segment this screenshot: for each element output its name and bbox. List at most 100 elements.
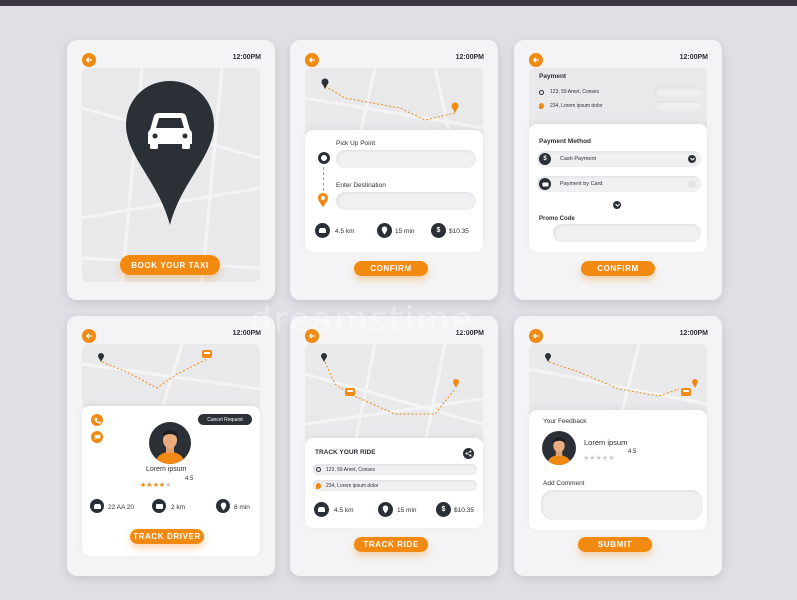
driver-rating-stars: ★★★★★ <box>140 474 171 492</box>
dollar-icon: $ <box>431 223 446 238</box>
cash-icon: $ <box>539 153 551 165</box>
taxi-marker-icon <box>345 388 355 396</box>
address-destination: 234, Lorem ipsum dolor <box>550 103 603 109</box>
map <box>305 344 483 444</box>
origin-dot-icon <box>316 467 321 472</box>
driver-name: Lorem ipsum <box>584 438 628 447</box>
chat-button[interactable] <box>91 431 103 443</box>
address-origin-field <box>654 87 702 96</box>
ride-card: TRACK YOUR RIDE 123, 59 Amet, Consec 234… <box>305 438 483 528</box>
rating-stars-input[interactable]: ★★★★★ <box>583 447 614 465</box>
arrow-left-icon <box>85 333 93 339</box>
pickup-label: Pick Up Point <box>336 140 376 147</box>
status-time: 12:00PM <box>679 330 708 337</box>
driver-eta: 8 min <box>234 504 250 511</box>
driver-avatar <box>149 422 191 464</box>
screen-driver: 12:00PM Cancel Request Lorem ipsum ★★★★★ <box>67 316 275 576</box>
origin-address: 123, 59 Amet, Consec <box>326 467 376 473</box>
distance-value: 4.5 km <box>334 507 354 514</box>
driver-rating: 4.5 <box>185 476 194 482</box>
driver-name: Lorem ipsum <box>146 466 187 473</box>
share-icon[interactable] <box>463 448 474 459</box>
cash-selected-icon <box>688 155 696 163</box>
destination-pin-icon <box>318 193 328 207</box>
route-card: Pick Up Point Enter Destination 4.5 km 1… <box>305 130 483 252</box>
chevron-down-icon[interactable] <box>613 201 621 209</box>
promo-code-input[interactable] <box>553 224 701 242</box>
back-button[interactable] <box>529 329 543 343</box>
destination-address: 234, Lorem ipsum dolor <box>326 483 379 489</box>
screen-payment: 12:00PM Payment 123, 59 Amet, Consec 234… <box>514 40 722 300</box>
destination-label: Enter Destination <box>336 182 386 189</box>
phone-icon <box>93 417 101 423</box>
start-pin-icon <box>98 353 104 362</box>
confirm-button[interactable]: CONFIRM <box>581 261 655 276</box>
duration-value: 15 min <box>395 228 415 235</box>
distance-icon <box>152 499 166 513</box>
arrow-left-icon <box>532 333 540 339</box>
status-time: 12:00PM <box>455 54 484 61</box>
back-button[interactable] <box>305 53 319 67</box>
start-pin-icon <box>321 353 327 362</box>
origin-dot-icon <box>539 90 544 95</box>
comment-title: Add Comment <box>543 480 585 487</box>
payment-title: Payment <box>539 73 567 80</box>
cancel-request-button[interactable]: Cancel Request <box>198 414 252 425</box>
arrow-left-icon <box>308 333 316 339</box>
route-connector <box>323 167 324 191</box>
chat-icon <box>94 434 100 440</box>
arrow-left-icon <box>532 57 540 63</box>
screen-book-taxi: 12:00PM BOOK YOUR TAXI <box>67 40 275 300</box>
car-icon <box>315 223 330 238</box>
book-taxi-button[interactable]: BOOK YOUR TAXI <box>120 255 220 275</box>
arrow-left-icon <box>308 57 316 63</box>
back-button[interactable] <box>305 329 319 343</box>
confirm-button[interactable]: CONFIRM <box>354 261 428 276</box>
back-button[interactable] <box>82 329 96 343</box>
comment-input[interactable] <box>541 490 703 520</box>
track-ride-title: TRACK YOUR RIDE <box>315 449 376 456</box>
destination-dot-icon <box>316 483 321 489</box>
driver-route-map <box>82 344 260 409</box>
car-icon <box>314 502 329 517</box>
card-radio-icon[interactable] <box>688 180 696 188</box>
submit-button[interactable]: SUBMIT <box>578 537 652 552</box>
location-icon <box>216 499 230 513</box>
driver-rating: 4.5 <box>628 449 637 455</box>
location-icon <box>377 223 392 238</box>
credit-card-icon <box>539 178 551 190</box>
duration-value: 15 min <box>397 507 417 514</box>
location-icon <box>378 502 393 517</box>
driver-distance: 2 km <box>171 504 186 511</box>
track-driver-button[interactable]: TRACK DRIVER <box>130 529 204 544</box>
pickup-input[interactable] <box>336 150 476 168</box>
start-pin-icon <box>321 78 329 89</box>
feedback-card: Your Feedback Lorem ipsum ★★★★★ 4.5 Add … <box>529 410 707 530</box>
destination-pin-icon <box>453 379 459 388</box>
taxi-marker-icon <box>202 350 212 358</box>
destination-dot-icon <box>539 103 544 109</box>
destination-input[interactable] <box>336 192 476 210</box>
address-destination-field <box>654 101 702 110</box>
phone-call-button[interactable] <box>91 414 103 426</box>
price-value: $10.35 <box>449 228 469 235</box>
arrow-left-icon <box>85 57 93 63</box>
status-time: 12:00PM <box>232 330 261 337</box>
promo-label: Promo Code <box>539 216 575 222</box>
dollar-icon: $ <box>436 502 451 517</box>
track-ride-button[interactable]: TRACK RIDE <box>354 537 428 552</box>
price-value: $10.35 <box>454 507 474 514</box>
destination-pin-icon <box>692 379 698 388</box>
pickup-ring-icon <box>318 152 330 164</box>
start-pin-icon <box>545 353 551 362</box>
status-time: 12:00PM <box>679 54 708 61</box>
taxi-location-pin-icon <box>126 81 214 225</box>
top-bar <box>0 0 797 6</box>
star-empty-icon[interactable]: ★ <box>608 455 614 462</box>
feedback-title: Your Feedback <box>543 418 587 425</box>
back-button[interactable] <box>529 53 543 67</box>
ride-route-map <box>305 344 483 444</box>
star-empty-icon: ★ <box>165 482 172 489</box>
status-time: 12:00PM <box>232 54 261 61</box>
back-button[interactable] <box>82 53 96 67</box>
